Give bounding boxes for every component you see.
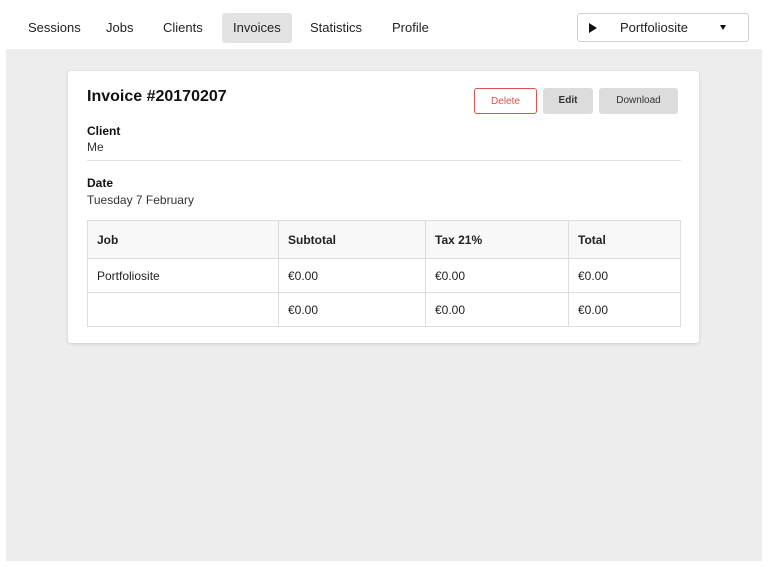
nav-item-invoices[interactable]: Invoices	[222, 13, 292, 43]
client-value: Me	[87, 140, 104, 154]
nav-item-jobs[interactable]: Jobs	[95, 13, 144, 43]
play-icon	[589, 23, 597, 33]
nav-item-clients[interactable]: Clients	[152, 13, 214, 43]
cell-total: €0.00	[568, 292, 681, 327]
cell-subtotal: €0.00	[278, 258, 426, 293]
cell-job	[87, 292, 279, 327]
invoice-items-table: Job Subtotal Tax 21% Total Portfoliosite…	[87, 220, 681, 327]
column-header-job: Job	[87, 220, 279, 259]
download-button[interactable]: Download	[599, 88, 678, 114]
table-row-totals: €0.00 €0.00 €0.00	[87, 292, 681, 327]
column-header-tax: Tax 21%	[425, 220, 569, 259]
column-header-total: Total	[568, 220, 681, 259]
table-row: Portfoliosite €0.00 €0.00 €0.00	[87, 258, 681, 293]
cell-total: €0.00	[568, 258, 681, 293]
top-navigation-bar: Sessions Jobs Clients Invoices Statistic…	[6, 6, 762, 49]
client-label: Client	[87, 124, 121, 138]
session-select-value: Portfoliosite	[620, 20, 688, 35]
nav-item-profile[interactable]: Profile	[381, 13, 440, 43]
column-header-subtotal: Subtotal	[278, 220, 426, 259]
edit-button[interactable]: Edit	[543, 88, 593, 114]
delete-button[interactable]: Delete	[474, 88, 537, 114]
chevron-down-icon	[720, 25, 726, 30]
cell-subtotal: €0.00	[278, 292, 426, 327]
invoice-card: Invoice #20170207 Delete Edit Download C…	[68, 71, 699, 343]
invoice-title: Invoice #20170207	[87, 88, 227, 105]
cell-tax: €0.00	[425, 292, 569, 327]
nav-item-statistics[interactable]: Statistics	[299, 13, 373, 43]
date-label: Date	[87, 176, 114, 190]
app-frame: Sessions Jobs Clients Invoices Statistic…	[6, 6, 762, 561]
table-header-row: Job Subtotal Tax 21% Total	[87, 220, 681, 259]
session-select[interactable]: Portfoliosite	[577, 13, 749, 42]
date-value: Tuesday 7 February	[87, 193, 194, 207]
cell-tax: €0.00	[425, 258, 569, 293]
divider	[87, 160, 681, 161]
cell-job: Portfoliosite	[87, 258, 279, 293]
nav-item-sessions[interactable]: Sessions	[17, 13, 92, 43]
